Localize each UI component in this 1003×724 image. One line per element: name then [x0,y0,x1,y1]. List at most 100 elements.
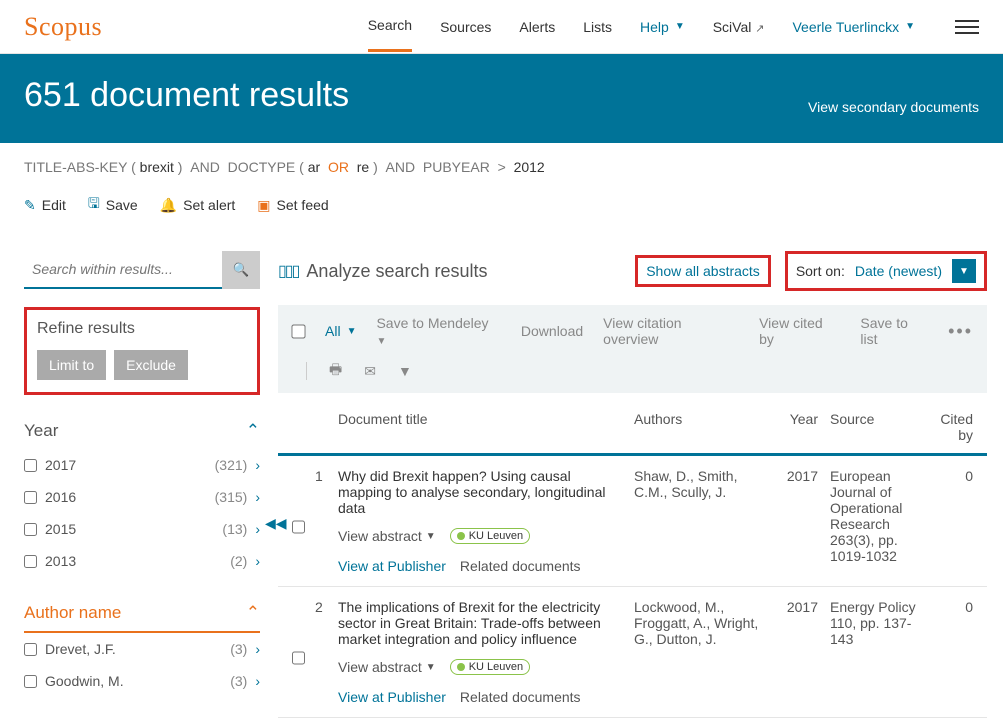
facet-checkbox[interactable] [24,491,37,504]
row-cited[interactable]: 0 [934,468,973,586]
view-abstract[interactable]: View abstract ▼ [338,659,436,675]
facet-author-item[interactable]: Drevet, J.F.(3)› [24,633,260,665]
bar-chart-icon: ▯▯▯ [278,261,298,281]
view-cited-by[interactable]: View cited by [759,315,840,347]
page-title: 651 document results [24,76,349,115]
search-icon: 🔍 [233,262,250,277]
citation-overview[interactable]: View citation overview [603,315,739,347]
chevron-down-icon: ▼ [905,21,915,32]
chevron-right-icon[interactable]: › [255,457,260,473]
chevron-up-icon: ⌃ [246,421,260,441]
row-source[interactable]: Energy Policy 110, pp. 137-143 [830,599,934,717]
nav-help[interactable]: Help▼ [640,3,685,51]
related-documents[interactable]: Related documents [460,558,581,574]
pencil-icon: ✎ [24,197,36,214]
chevron-down-icon: ▼ [675,21,685,32]
chevron-down-icon: ▼ [426,662,436,673]
search-within-button[interactable]: 🔍 [222,251,260,289]
collapse-sidebar-icon[interactable]: ◀◀ [265,515,287,532]
row-authors[interactable]: Shaw, D., Smith, C.M., Scully, J. [634,468,774,586]
chevron-down-icon: ▼ [347,326,357,337]
menu-icon[interactable] [955,20,979,34]
email-icon[interactable]: ✉ [364,363,376,380]
ku-leuven-badge[interactable]: KU Leuven [450,528,530,544]
search-within-input[interactable] [24,251,222,289]
facet-author-item[interactable]: Goodwin, M.(3)› [24,665,260,697]
sort-dropdown[interactable]: ▼ [952,259,976,283]
external-link-icon: ↗ [755,23,764,35]
exclude-button[interactable]: Exclude [114,350,188,380]
query-string: TITLE-ABS-KEY ( brexit ) AND DOCTYPE ( a… [0,143,1003,191]
set-alert-button[interactable]: 🔔Set alert [160,197,236,214]
row-checkbox[interactable] [292,468,305,586]
facet-year-item[interactable]: 2013(2)› [24,545,260,577]
row-year: 2017 [774,599,818,717]
row-authors[interactable]: Lockwood, M., Froggatt, A., Wright, G., … [634,599,774,717]
chevron-right-icon[interactable]: › [255,521,260,537]
nav-user[interactable]: Veerle Tuerlinckx▼ [792,3,915,51]
show-abstracts-highlight: Show all abstracts [635,255,771,287]
chevron-right-icon[interactable]: › [255,489,260,505]
more-actions[interactable]: ••• [948,321,973,342]
row-number: 2 [315,599,323,717]
row-year: 2017 [774,468,818,586]
nav-sources[interactable]: Sources [440,3,491,51]
related-documents[interactable]: Related documents [460,689,581,705]
view-secondary-documents[interactable]: View secondary documents [808,99,979,115]
select-all-checkbox[interactable] [291,324,305,338]
nav-alerts[interactable]: Alerts [519,3,555,51]
facet-year-item[interactable]: 2017(321)› [24,449,260,481]
refine-title: Refine results [37,320,247,338]
download-button[interactable]: Download [521,323,583,339]
col-authors[interactable]: Authors [634,411,774,443]
nav-lists[interactable]: Lists [583,3,612,51]
refine-results-highlight: Refine results Limit to Exclude [24,307,260,395]
col-title[interactable]: Document title [338,411,634,443]
edit-button[interactable]: ✎Edit [24,197,66,214]
brand-logo[interactable]: Scopus [24,12,102,42]
facet-year-item[interactable]: 2015(13)› [24,513,260,545]
document-title[interactable]: The implications of Brexit for the elect… [338,599,620,647]
nav-scival[interactable]: SciVal ↗ [713,3,765,51]
sort-value[interactable]: Date (newest) [855,263,942,279]
view-at-publisher[interactable]: View at Publisher [338,689,446,705]
view-at-publisher[interactable]: View at Publisher [338,558,446,574]
save-button[interactable]: 🖫Save [88,193,138,217]
row-source[interactable]: European Journal of Operational Research… [830,468,934,586]
chevron-down-icon: ▼ [376,336,386,347]
facet-author-header[interactable]: Author name⌃ [24,595,260,633]
chevron-right-icon[interactable]: › [255,553,260,569]
nav-search[interactable]: Search [368,1,412,52]
view-abstract[interactable]: View abstract ▼ [338,528,436,544]
rss-icon: ▣ [257,197,270,214]
ku-leuven-badge[interactable]: KU Leuven [450,659,530,675]
chevron-right-icon[interactable]: › [255,641,260,657]
pdf-icon[interactable]: ▼ [398,363,412,379]
facet-year-header[interactable]: Year⌃ [24,413,260,449]
chevron-up-icon: ⌃ [246,603,260,623]
chevron-down-icon: ▼ [426,531,436,542]
show-all-abstracts[interactable]: Show all abstracts [646,263,760,279]
facet-checkbox[interactable] [24,523,37,536]
facet-checkbox[interactable] [24,643,37,656]
save-mendeley[interactable]: Save to Mendeley ▼ [376,315,500,347]
row-checkbox[interactable] [292,599,305,717]
facet-checkbox[interactable] [24,675,37,688]
col-source[interactable]: Source [830,411,934,443]
save-to-list[interactable]: Save to list [860,315,928,347]
col-cited[interactable]: Cited by [934,411,973,443]
chevron-right-icon[interactable]: › [255,673,260,689]
set-feed-button[interactable]: ▣Set feed [257,197,328,214]
analyze-results[interactable]: ▯▯▯ Analyze search results [278,261,488,282]
facet-checkbox[interactable] [24,459,37,472]
print-icon[interactable]: 🖶 [329,359,342,383]
save-icon: 🖫 [88,193,100,217]
all-dropdown[interactable]: All ▼ [325,323,356,339]
col-year[interactable]: Year [774,411,818,443]
limit-to-button[interactable]: Limit to [37,350,106,380]
row-number: 1 [315,468,323,586]
row-cited[interactable]: 0 [934,599,973,717]
facet-checkbox[interactable] [24,555,37,568]
facet-year-item[interactable]: 2016(315)› [24,481,260,513]
document-title[interactable]: Why did Brexit happen? Using causal mapp… [338,468,620,516]
